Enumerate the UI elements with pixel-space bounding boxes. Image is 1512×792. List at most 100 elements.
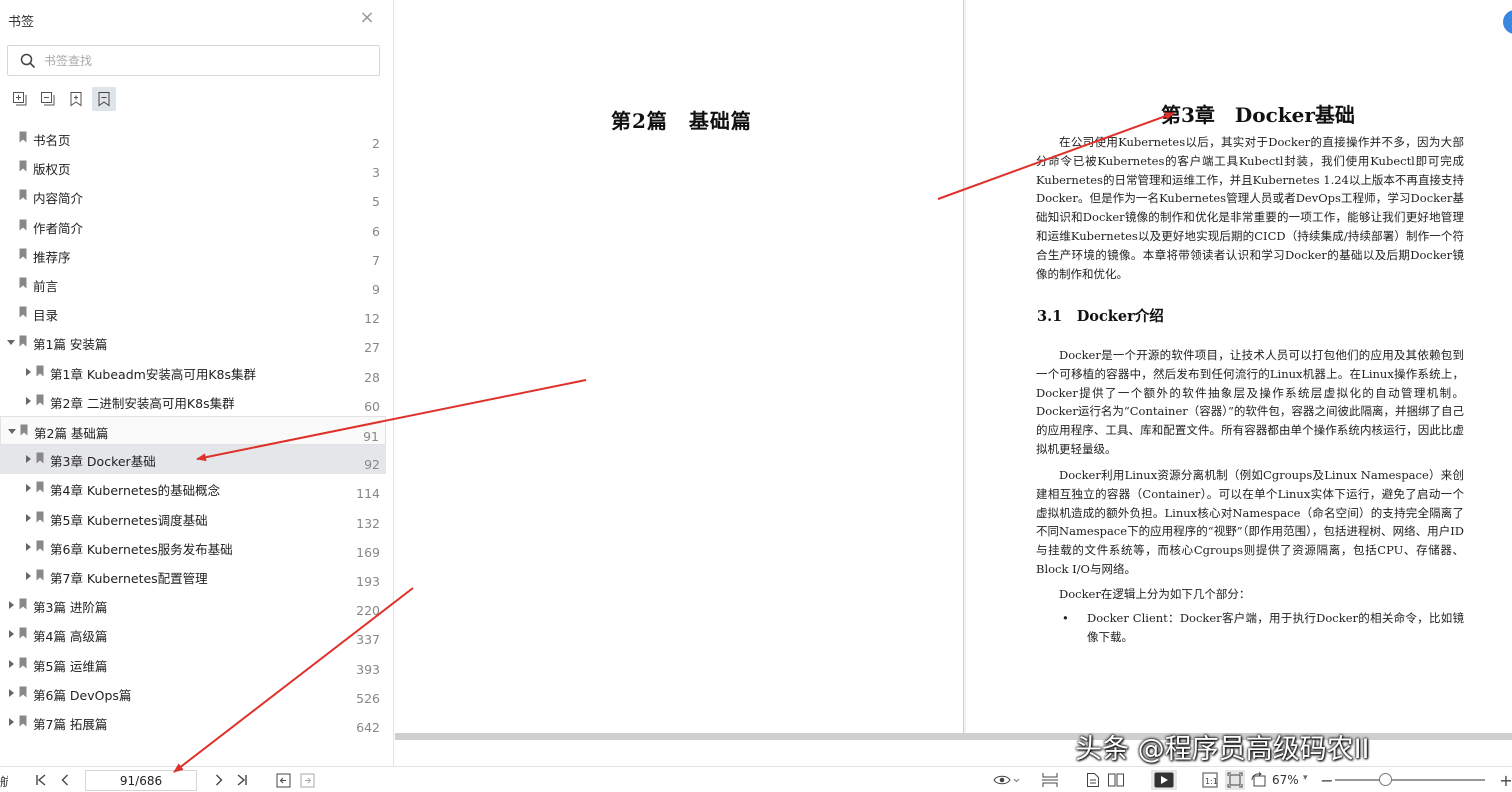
bookmark-item[interactable]: 第5章 Kubernetes调度基础 132 [0, 504, 386, 533]
bookmark-page-number: 642 [356, 720, 380, 735]
status-bar: 航 91/686 1:1 67% ▾ − + [0, 766, 1512, 792]
chevron-right-icon[interactable] [26, 542, 31, 551]
reading-mode-button[interactable] [991, 770, 1021, 790]
bookmark-icon [19, 598, 27, 610]
fit-page-button[interactable] [1225, 770, 1245, 790]
chevron-right-icon[interactable] [26, 484, 31, 493]
last-page-button[interactable] [232, 770, 252, 790]
bookmark-page-number: 114 [356, 486, 380, 502]
chevron-right-icon[interactable] [26, 367, 31, 376]
minus-icon: − [1320, 770, 1334, 790]
collapse-all-icon [41, 92, 55, 106]
chevron-right-icon[interactable] [9, 688, 14, 697]
bookmark-view-icon [98, 92, 110, 107]
prev-page-button[interactable] [55, 770, 75, 790]
bookmark-item[interactable]: 书名页 2 [0, 124, 386, 153]
bookmark-page-number: 526 [356, 690, 380, 706]
bookmark-page-number: 6 [372, 223, 380, 239]
zoom-slider[interactable] [1335, 779, 1485, 781]
bookmark-item[interactable]: 第7章 Kubernetes配置管理 193 [0, 562, 386, 591]
svg-text:1:1: 1:1 [1205, 777, 1218, 786]
bookmark-item[interactable]: 作者简介 6 [0, 212, 386, 241]
forward-button[interactable] [297, 770, 317, 790]
bookmark-item[interactable]: 第3章 Docker基础 92 [0, 445, 386, 475]
first-page-button[interactable] [31, 770, 51, 790]
bookmark-page-number: 132 [356, 515, 380, 531]
add-bookmark-button[interactable] [64, 87, 88, 111]
bookmark-item[interactable]: 第4章 Kubernetes的基础概念 114 [0, 474, 386, 503]
eye-icon [993, 775, 1019, 785]
bookmark-page-number: 5 [372, 194, 380, 210]
bookmark-item[interactable]: 目录 12 [0, 299, 386, 328]
bookmark-view-button[interactable] [92, 87, 116, 111]
rotate-button[interactable] [1249, 770, 1269, 790]
zoom-in-button[interactable]: + [1496, 770, 1512, 790]
chevron-right-icon[interactable] [26, 396, 31, 405]
bookmark-item[interactable]: 推荐序 7 [0, 241, 386, 270]
chevron-right-icon[interactable] [26, 513, 31, 522]
bookmark-item[interactable]: 第1篇 安装篇 27 [0, 328, 386, 357]
zoom-slider-handle[interactable] [1378, 773, 1392, 786]
bookmark-label: 第6篇 DevOps篇 [33, 687, 132, 703]
bookmark-item[interactable]: 第2章 二进制安装高可用K8s集群 60 [0, 387, 386, 416]
bookmark-label: 前言 [33, 279, 59, 294]
next-page-button[interactable] [209, 770, 229, 790]
chevron-down-icon[interactable] [8, 429, 16, 434]
zoom-level[interactable]: 67% [1272, 773, 1299, 787]
bookmark-item[interactable]: 第1章 Kubeadm安装高可用K8s集群 28 [0, 358, 386, 387]
bookmark-label: 第3篇 进阶篇 [33, 600, 108, 616]
close-panel-button[interactable]: × [358, 9, 376, 27]
expand-all-button[interactable] [8, 87, 32, 111]
collapse-all-button[interactable] [36, 87, 60, 111]
page-number-input[interactable] [85, 770, 197, 791]
bookmark-icon [36, 569, 44, 581]
bookmark-item[interactable]: 第7篇 拓展篇 642 [0, 708, 386, 737]
chevron-down-icon[interactable] [7, 340, 15, 346]
bookmark-item[interactable]: 第4篇 高级篇 337 [0, 620, 386, 649]
actual-size-button[interactable]: 1:1 [1200, 770, 1220, 790]
zoom-dropdown-icon[interactable]: ▾ [1303, 773, 1308, 783]
single-page-button[interactable] [1040, 770, 1060, 790]
bookmark-label: 第2章 二进制安装高可用K8s集群 [50, 395, 235, 411]
back-button[interactable] [273, 770, 293, 790]
bookmark-icon [19, 335, 27, 347]
bookmark-page-number: 28 [364, 369, 380, 385]
bookmark-item[interactable]: 第5篇 运维篇 393 [0, 650, 386, 679]
zoom-out-button[interactable]: − [1317, 770, 1337, 790]
bookmark-label: 第5篇 运维篇 [33, 658, 108, 674]
bookmark-icon [19, 131, 27, 143]
bookmark-item[interactable]: 内容简介 5 [0, 182, 386, 211]
bookmark-label: 推荐序 [33, 249, 71, 265]
continuous-page-button[interactable] [1083, 770, 1103, 790]
play-button[interactable] [1151, 770, 1177, 790]
bookmark-icon [19, 219, 27, 231]
bookmark-label: 书名页 [33, 133, 71, 148]
bullet-item: Docker Client：Docker客户端，用于执行Docker的相关命令，… [1087, 611, 1464, 644]
bookmark-search[interactable] [7, 45, 380, 76]
bookmark-icon [19, 715, 27, 727]
paragraph-1: Docker是一个开源的软件项目，让技术人员可以打包他们的应用及其依赖包到一个可… [1036, 348, 1464, 456]
bookmark-item[interactable]: 第6篇 DevOps篇 526 [0, 679, 386, 708]
document-viewer[interactable]: 第2篇 基础篇 第3章 Docker基础 在公司使用Kubernetes以后，其… [395, 0, 1512, 766]
two-page-button[interactable] [1106, 770, 1126, 790]
bookmark-item[interactable]: 第2篇 基础篇 91 [0, 416, 386, 445]
chevron-right-icon[interactable] [9, 659, 14, 668]
chevron-right-icon[interactable] [9, 718, 14, 726]
bookmark-page-number: 3 [372, 165, 380, 181]
chevron-right-icon[interactable] [9, 630, 14, 639]
bookmark-item[interactable]: 第3篇 进阶篇 220 [0, 591, 386, 620]
page-91: 第2篇 基础篇 [395, 0, 964, 733]
bookmark-icon [19, 248, 27, 260]
chevron-right-icon[interactable] [26, 572, 31, 580]
play-icon [1154, 772, 1174, 788]
chevron-right-icon[interactable] [9, 601, 14, 610]
bookmark-search-input[interactable] [44, 50, 364, 72]
bookmark-item[interactable]: 版权页 3 [0, 153, 386, 182]
bookmark-item[interactable]: 第6章 Kubernetes服务发布基础 169 [0, 533, 386, 562]
chevron-right-icon[interactable] [26, 455, 31, 464]
bookmark-label: 版权页 [33, 162, 71, 178]
bookmark-item[interactable]: 前言 9 [0, 270, 386, 299]
panel-title: 书签 [8, 15, 35, 30]
plus-icon: + [1499, 770, 1512, 790]
bookmark-label: 第5章 Kubernetes调度基础 [50, 512, 208, 528]
